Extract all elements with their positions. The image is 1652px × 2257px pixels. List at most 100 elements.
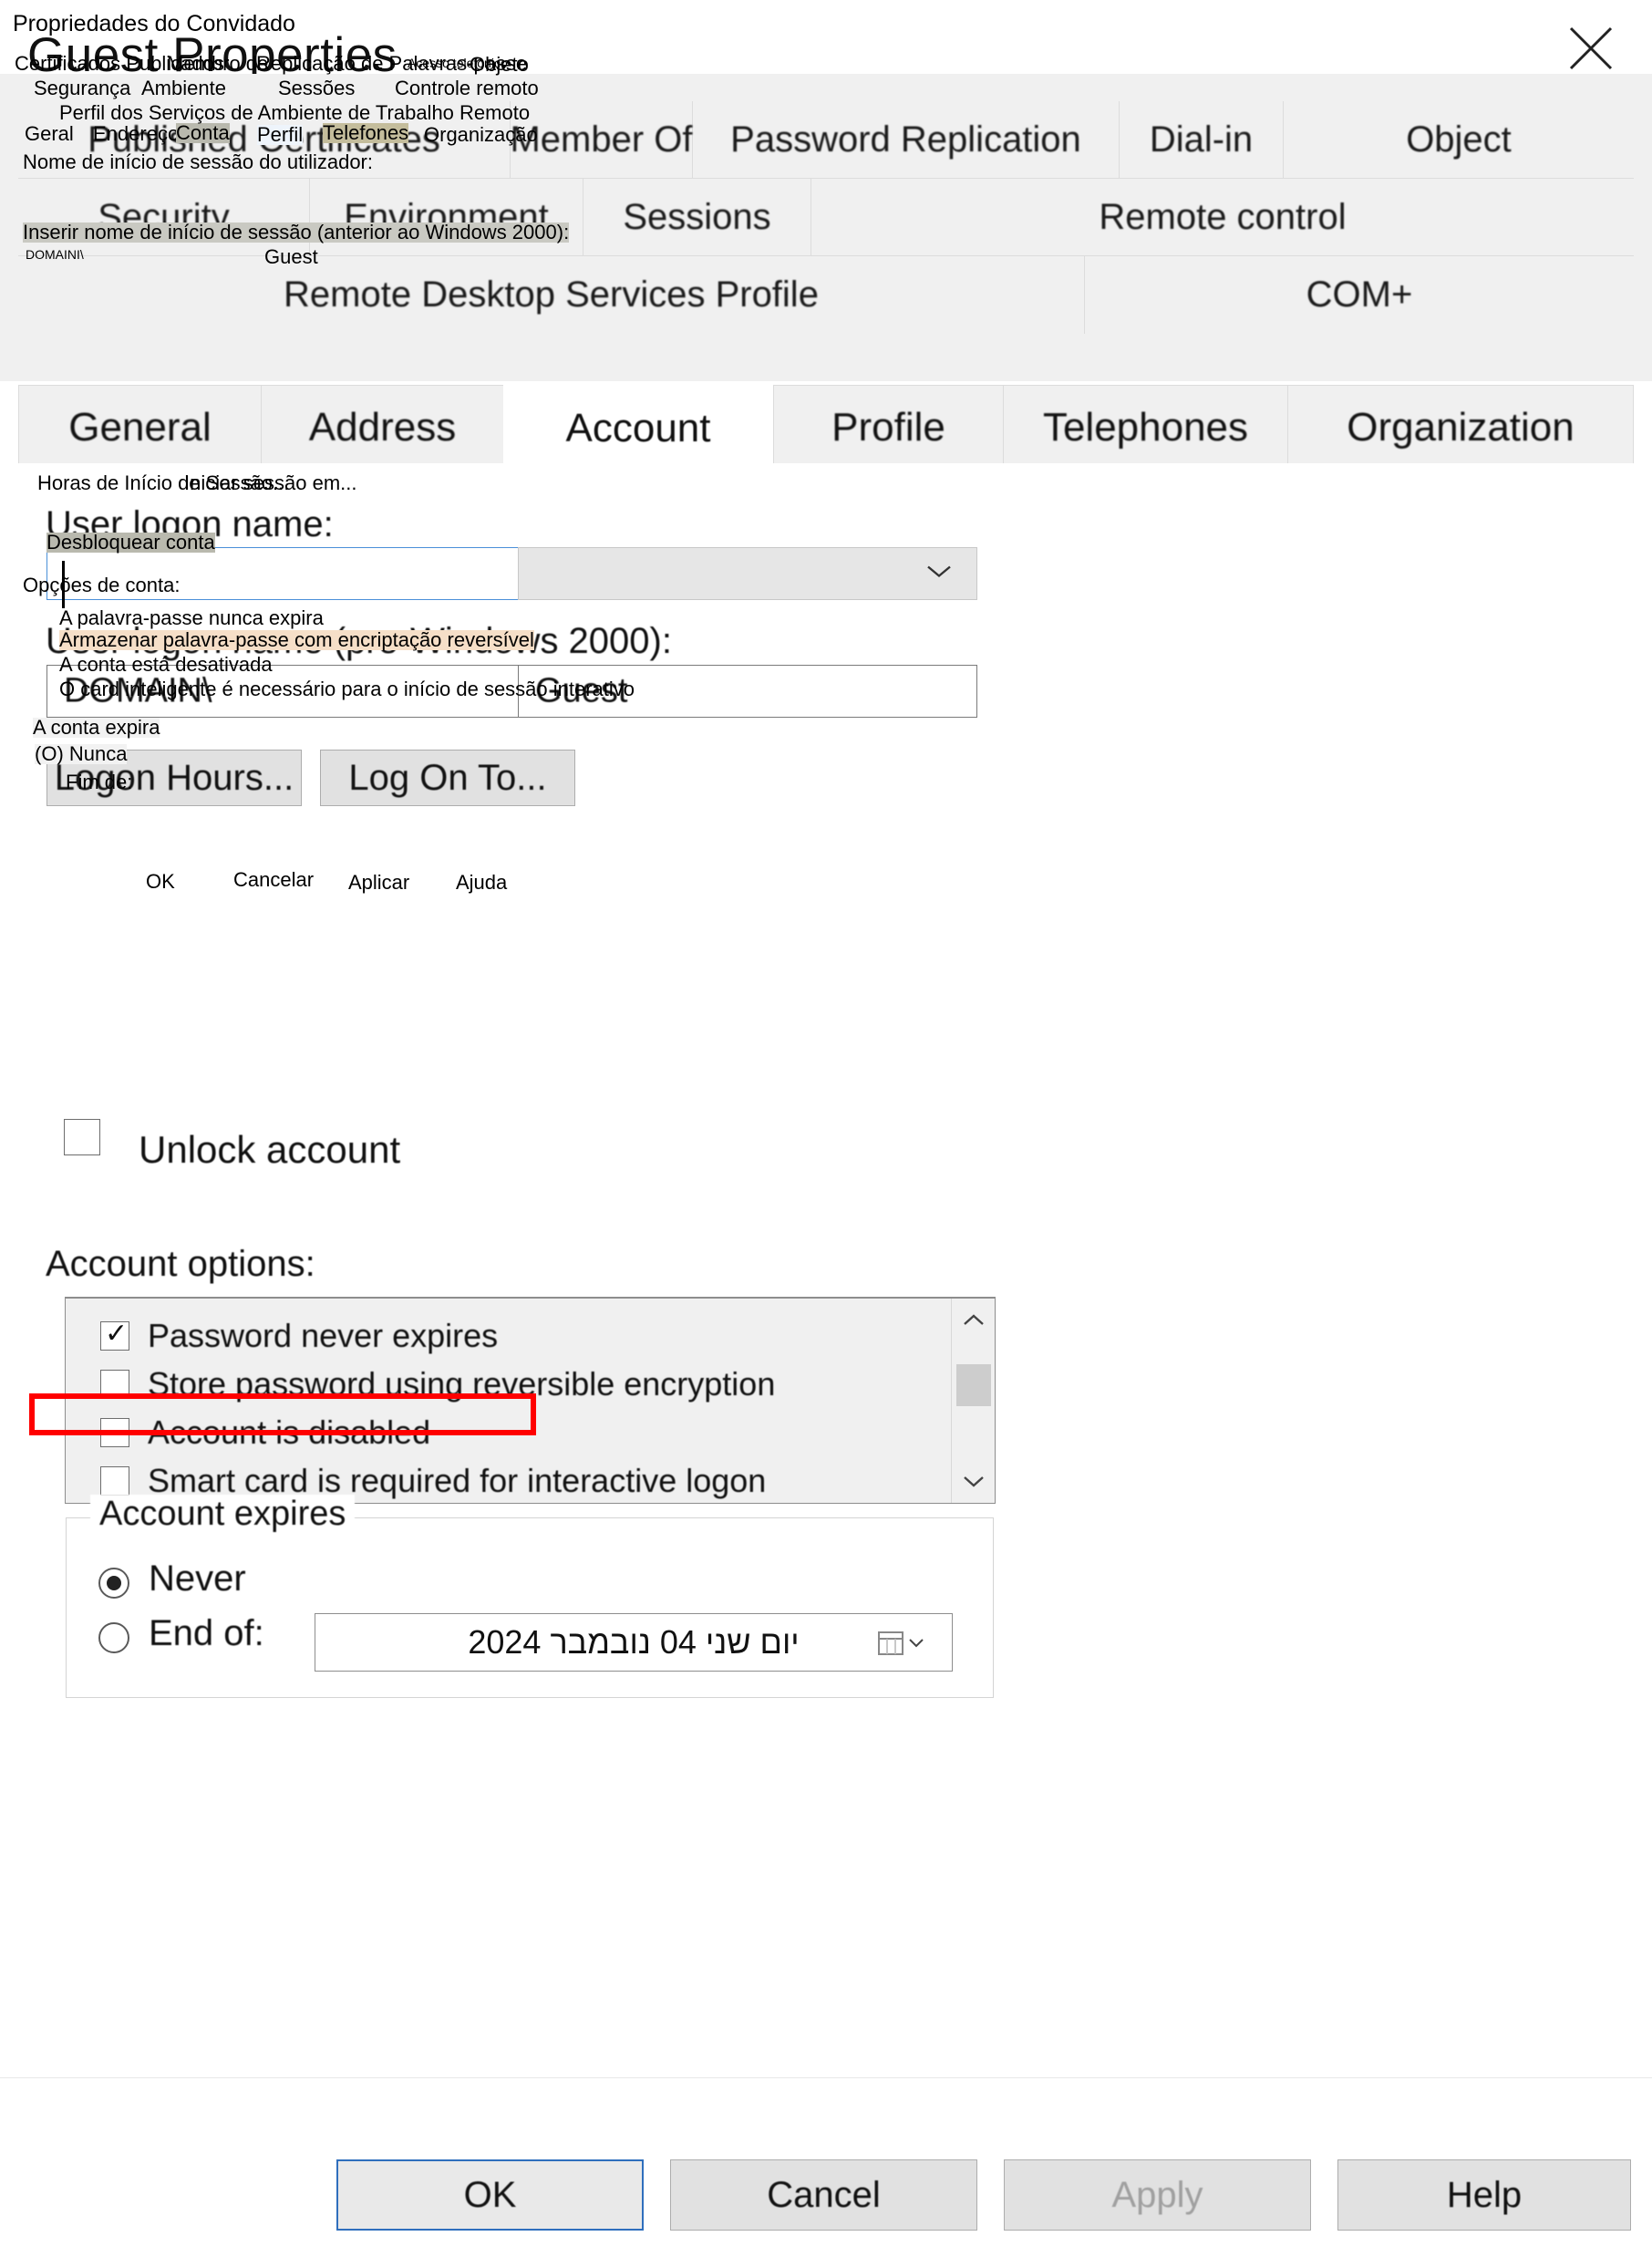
account-expires-groupbox: Account expires Never End of: יום שני 04… <box>66 1495 994 1698</box>
ghost-tab-member-of-pt[interactable]: Membro de <box>167 54 268 74</box>
never-radio-label-pt: (O) Nunca <box>35 742 128 765</box>
ghost-tab-label: Object <box>1406 119 1512 160</box>
help-button-label: Help <box>1446 2174 1523 2215</box>
calendar-icon[interactable] <box>877 1629 924 1656</box>
apply-button-label-pt[interactable]: Aplicar <box>348 873 409 893</box>
page-title-translated: Propriedades do Convidado <box>13 11 295 36</box>
option-row-store-password[interactable]: Store password using reversible encrypti… <box>66 1360 995 1408</box>
ghost-tab-sessions[interactable]: Sessions <box>583 179 811 255</box>
account-expires-date-value: יום שני 04 נובמבר 2024 <box>468 1623 800 1661</box>
account-expires-title: Account expires <box>90 1495 356 1534</box>
close-button[interactable] <box>1552 16 1630 80</box>
ok-button-label-pt[interactable]: OK <box>146 872 175 892</box>
ghost-label-organizacao[interactable]: Organização <box>424 125 538 145</box>
unlock-account-checkbox[interactable] <box>64 1119 100 1155</box>
never-radio[interactable] <box>98 1568 129 1599</box>
apply-button[interactable]: Apply <box>1004 2159 1311 2231</box>
log-on-to-button[interactable]: Log On To... <box>320 750 575 806</box>
guest-overlay-label: Guest <box>264 245 318 268</box>
tab-profile[interactable]: Profile <box>773 385 1003 471</box>
ghost-tab-environment-pt[interactable]: Ambiente <box>141 78 226 98</box>
account-tab-panel: Horas de Início de Sessão... Iniciar ses… <box>18 463 1634 2077</box>
ghost-tab-label: Sessions <box>623 196 771 237</box>
option-checkbox-password-never-expires[interactable]: ✓ <box>100 1318 129 1351</box>
option-label: Password never expires <box>148 1316 499 1354</box>
tab-label: Organization <box>1347 405 1575 450</box>
account-options-label-pt: Opções de conta: <box>23 574 181 596</box>
tab-account[interactable]: Account <box>503 381 773 476</box>
guest-properties-dialog: Guest Properties Propriedades do Convida… <box>0 0 1652 2257</box>
option-account-disabled-pt: A conta está desativada <box>59 653 273 676</box>
check-icon: ✓ <box>105 1318 129 1349</box>
chevron-down-icon[interactable] <box>952 1459 996 1503</box>
ghost-tab-member-of[interactable]: Member Of <box>510 101 693 178</box>
tab-telephones[interactable]: Telephones <box>1003 385 1287 471</box>
ghost-tab-security-pt[interactable]: Segurança <box>34 78 130 98</box>
pre2000-label-pt: Inserir nome de início de sessão (anteri… <box>23 221 570 243</box>
tab-organization[interactable]: Organization <box>1287 385 1634 471</box>
account-options-label: Account options: <box>46 1244 315 1284</box>
ghost-tab-dial-in[interactable]: Dial-in <box>1120 101 1284 178</box>
ghost-tab-label: Remote control <box>1099 196 1347 237</box>
ghost-tab-com-plus[interactable]: COM+ <box>1085 256 1634 334</box>
chevron-up-icon[interactable] <box>952 1299 996 1342</box>
option-password-never-expires-pt: A palavra-passe nunca expira <box>59 606 324 629</box>
ghost-tab-label: COM+ <box>1306 274 1413 315</box>
ghost-tab-environment[interactable]: Environment <box>310 179 583 255</box>
help-button[interactable]: Help <box>1337 2159 1631 2231</box>
ghost-tab-sessions-pt[interactable]: Sessões <box>278 78 355 98</box>
account-expires-date-picker[interactable]: יום שני 04 נובמבר 2024 <box>315 1613 953 1672</box>
tab-general[interactable]: General <box>18 385 261 471</box>
ghost-label-remote-desktop-profile-pt: Perfil dos Serviços de Ambiente de Traba… <box>59 101 531 124</box>
ghost-tab-remote-control[interactable]: Remote control <box>811 179 1634 255</box>
ghost-label-geral[interactable]: Geral <box>25 124 74 144</box>
ok-button[interactable]: OK <box>336 2159 644 2231</box>
user-logon-suffix-dropdown[interactable] <box>518 547 977 600</box>
ghost-tab-remote-control-pt[interactable]: Controle remoto <box>395 78 539 98</box>
ghost-label-endereco[interactable]: Endereço <box>93 124 179 144</box>
ghost-tab-label: Remote Desktop Services Profile <box>284 274 819 315</box>
ghost-tab-object-pt[interactable]: Objeto <box>470 55 529 75</box>
ghost-label-perfil[interactable]: Perfil <box>257 125 304 145</box>
options-scrollbar[interactable] <box>951 1299 995 1503</box>
log-on-to-button-label: Log On To... <box>348 757 547 798</box>
ghost-tab-label: Dial-in <box>1149 119 1254 160</box>
help-button-label-pt[interactable]: Ajuda <box>456 873 507 893</box>
end-of-radio-label: End of: <box>149 1613 264 1653</box>
cancel-button[interactable]: Cancel <box>670 2159 977 2231</box>
ghost-tab-label: Password Replication <box>730 119 1081 160</box>
chevron-down-icon[interactable] <box>908 1636 924 1649</box>
unlock-account-label: Unlock account <box>139 1128 401 1171</box>
tab-address[interactable]: Address <box>261 385 503 471</box>
apply-button-label: Apply <box>1111 2174 1203 2215</box>
option-row-account-disabled[interactable]: Account is disabled <box>66 1408 995 1456</box>
ghost-tabstrip-row3: Remote Desktop Services Profile COM+ <box>18 256 1634 334</box>
option-checkbox-smart-card[interactable] <box>100 1465 129 1496</box>
ghost-label-conta[interactable]: Conta <box>176 123 230 143</box>
option-row-password-never-expires[interactable]: ✓ Password never expires <box>66 1311 995 1360</box>
ghost-tab-password-replication[interactable]: Password Replication <box>693 101 1120 178</box>
option-checkbox-account-disabled[interactable] <box>100 1417 129 1447</box>
tab-label: Account <box>565 406 711 450</box>
scrollbar-thumb[interactable] <box>956 1364 991 1406</box>
ghost-label-telefones[interactable]: Telefones <box>323 123 409 143</box>
ghost-tab-security[interactable]: Security <box>18 179 310 255</box>
end-of-radio[interactable] <box>98 1622 129 1653</box>
never-radio-label: Never <box>149 1558 246 1599</box>
close-icon <box>1569 26 1613 70</box>
log-on-to-label-pt[interactable]: Iniciar sessão em... <box>184 473 357 493</box>
option-label: Store password using reversible encrypti… <box>148 1364 776 1403</box>
cancel-button-label: Cancel <box>767 2174 881 2215</box>
ghost-tabstrip-row2: Security Environment Sessions Remote con… <box>18 179 1634 256</box>
account-expires-title-pt: A conta expira <box>33 716 160 739</box>
ghost-tab-remote-desktop-services-profile[interactable]: Remote Desktop Services Profile <box>18 256 1085 334</box>
account-options-listbox[interactable]: ✓ Password never expires Store password … <box>65 1297 996 1504</box>
user-logon-name-label-pt: Nome de início de sessão do utilizador: <box>23 150 373 173</box>
tabstrip: General Address Account Profile Telephon… <box>18 381 1634 476</box>
option-checkbox-store-password[interactable] <box>100 1369 129 1399</box>
ghost-tab-object[interactable]: Object <box>1284 101 1634 178</box>
unlock-account-label-pt: Desbloquear conta <box>46 531 215 554</box>
cancel-button-label-pt[interactable]: Cancelar <box>233 870 314 890</box>
option-label: Account is disabled <box>148 1413 431 1451</box>
ok-button-label: OK <box>463 2174 517 2215</box>
